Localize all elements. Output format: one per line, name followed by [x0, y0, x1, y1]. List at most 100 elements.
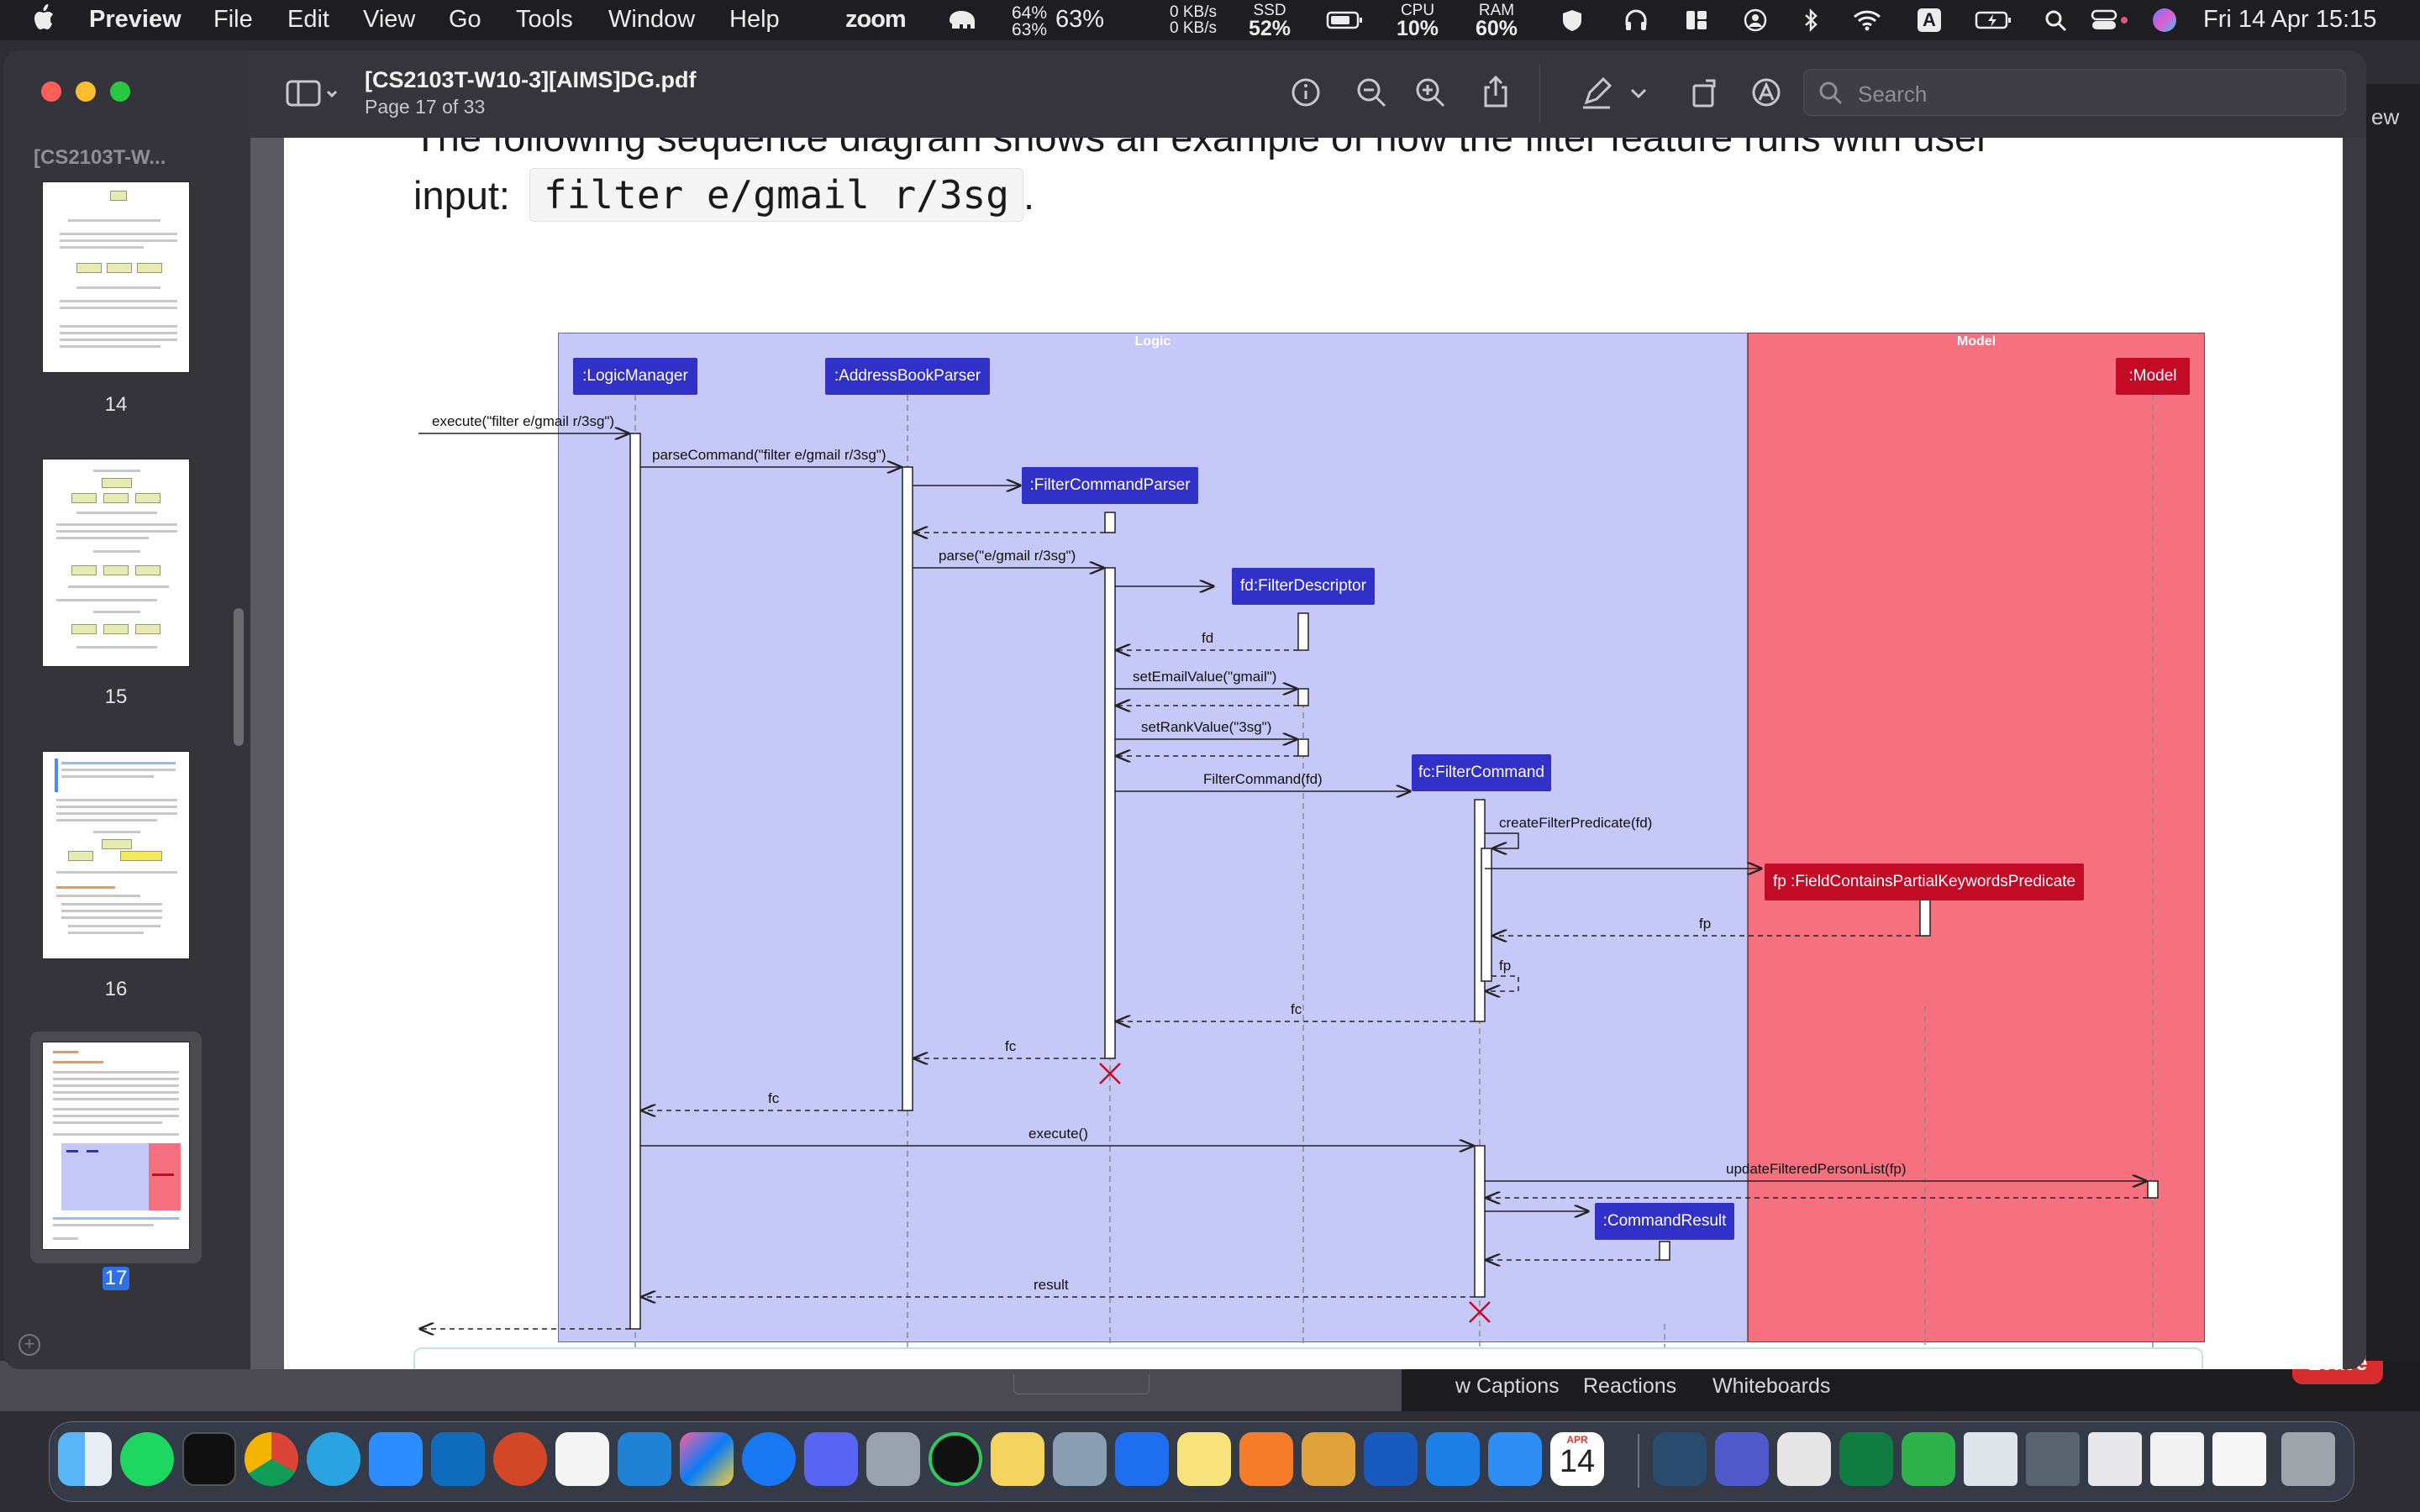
shield-icon[interactable] [1560, 8, 1585, 32]
notes-icon[interactable] [1177, 1432, 1231, 1486]
elephant-icon[interactable] [946, 8, 981, 32]
document-view[interactable]: The following sequence diagram shows an … [250, 138, 2343, 1369]
background-window-control [1013, 1374, 1150, 1394]
chrome-icon[interactable] [245, 1432, 298, 1486]
minimized-window-1[interactable] [1964, 1432, 2018, 1486]
zoom-out-icon[interactable] [1353, 74, 1390, 111]
battery-charging-icon[interactable] [1975, 8, 2012, 32]
close-button[interactable] [41, 81, 61, 102]
minimized-window-4[interactable] [2150, 1432, 2204, 1486]
control-center-icon[interactable] [2091, 8, 2129, 32]
activity-app-icon[interactable] [929, 1432, 982, 1486]
minimized-window-2[interactable] [2026, 1432, 2080, 1486]
sidebar-toggle-icon[interactable] [286, 77, 341, 111]
intellij-icon[interactable] [680, 1432, 734, 1486]
reactions-button[interactable]: Reactions [1583, 1374, 1676, 1399]
terminal-icon[interactable] [182, 1432, 236, 1486]
siri-icon[interactable] [2153, 8, 2176, 32]
preview-app-icon[interactable] [866, 1432, 920, 1486]
calendar-day: 14 [1559, 1444, 1596, 1479]
app-store-icon[interactable] [1426, 1432, 1480, 1486]
pencil-app-icon[interactable] [1239, 1432, 1293, 1486]
menu-help[interactable]: Help [729, 6, 780, 34]
participant-filter-command: fc:FilterCommand [1412, 754, 1551, 791]
cpu-usage[interactable]: CPU 10% [1397, 3, 1439, 39]
chevron-down-icon[interactable] [1623, 74, 1654, 111]
menu-edit[interactable]: Edit [287, 6, 329, 34]
whiteboards-button[interactable]: Whiteboards [1712, 1374, 1830, 1399]
menu-file[interactable]: File [213, 6, 253, 34]
spotlight-search-icon[interactable] [2044, 8, 2069, 32]
system-info-icon[interactable] [1053, 1432, 1107, 1486]
minimized-window-5[interactable] [2212, 1432, 2266, 1486]
document-title: [CS2103T-W10-3][AIMS]DG.pdf [365, 67, 697, 92]
participant-model: :Model [2116, 358, 2190, 395]
sidebar-scrollbar[interactable] [234, 608, 244, 746]
excel-icon[interactable] [1839, 1432, 1893, 1486]
numbers-icon[interactable] [1902, 1432, 1955, 1486]
bluetooth-icon[interactable] [1798, 8, 1823, 32]
trash-icon[interactable] [2281, 1432, 2335, 1486]
share-icon[interactable] [1477, 74, 1514, 111]
stack-app-icon[interactable] [1302, 1432, 1355, 1486]
message-result: result [1034, 1277, 1069, 1293]
spotify-icon[interactable] [120, 1432, 174, 1486]
paragraph-prefix: input: [413, 172, 510, 218]
thumbnail-page-17[interactable] [42, 1042, 190, 1250]
window-layout-icon[interactable] [1684, 8, 1709, 32]
search-field[interactable]: Search [1803, 69, 2346, 116]
apple-icon[interactable] [30, 3, 55, 34]
powerpoint-icon[interactable] [493, 1432, 547, 1486]
message-filter-command: FilterCommand(fd) [1203, 771, 1323, 787]
add-icon[interactable]: + [18, 1334, 40, 1356]
ssd-usage[interactable]: SSD 52% [1249, 3, 1291, 39]
thumbnail-page-16[interactable] [42, 751, 190, 959]
calendar-icon[interactable]: APR 14 [1550, 1432, 1604, 1486]
word-icon[interactable] [1364, 1432, 1418, 1486]
menu-tools[interactable]: Tools [516, 6, 573, 34]
wifi-icon[interactable] [1852, 8, 1882, 32]
discord-icon[interactable] [804, 1432, 858, 1486]
rotate-icon[interactable] [1687, 74, 1724, 111]
menu-view[interactable]: View [363, 6, 415, 34]
app-menu-preview[interactable]: Preview [89, 6, 182, 34]
zoom-app-icon[interactable] [369, 1432, 423, 1486]
finder-icon[interactable] [58, 1432, 112, 1486]
mysql-workbench-icon[interactable] [1653, 1432, 1707, 1486]
location-app-icon[interactable] [742, 1432, 796, 1486]
thumbnail-page-15[interactable] [42, 459, 190, 667]
thumbnail-page-14[interactable] [42, 181, 190, 373]
zoom-status-item[interactable]: zoom [845, 6, 907, 34]
info-icon[interactable] [1287, 74, 1324, 111]
menu-go[interactable]: Go [449, 6, 481, 34]
markup-pen-icon[interactable] [1578, 74, 1615, 111]
input-source-icon[interactable]: A [1918, 8, 1941, 32]
headphones-icon[interactable] [1623, 8, 1649, 32]
teams-icon[interactable] [1715, 1432, 1769, 1486]
minimize-button[interactable] [76, 81, 96, 102]
office-icon[interactable] [1115, 1432, 1169, 1486]
battery-percent[interactable]: 63% [1055, 6, 1104, 34]
network-speed[interactable]: 0 KB/s 0 KB/s [1170, 4, 1217, 36]
zoom-window-button[interactable] [110, 81, 130, 102]
xcode-icon[interactable] [1488, 1432, 1542, 1486]
menu-window[interactable]: Window [608, 6, 695, 34]
clock[interactable]: Fri 14 Apr 15:15 [2203, 6, 2376, 34]
toolbar-divider [1539, 64, 1540, 123]
captions-button[interactable]: w Captions [1455, 1374, 1560, 1399]
markup-toolbar-icon[interactable] [1748, 74, 1785, 111]
battery-icon[interactable] [1326, 8, 1365, 32]
user-account-icon[interactable] [1743, 8, 1768, 32]
vscode-icon[interactable] [618, 1432, 671, 1486]
message-execute: execute("filter e/gmail r/3sg") [432, 413, 615, 429]
zoom-in-icon[interactable] [1412, 74, 1449, 111]
notion-icon[interactable] [555, 1432, 609, 1486]
ram-usage[interactable]: RAM 60% [1476, 3, 1518, 39]
stickies-icon[interactable] [991, 1432, 1044, 1486]
textedit-icon[interactable] [1777, 1432, 1831, 1486]
paragraph-suffix: . [1023, 172, 1034, 218]
telegram-icon[interactable] [307, 1432, 360, 1486]
minimized-window-3[interactable] [2088, 1432, 2142, 1486]
outlook-icon[interactable] [431, 1432, 485, 1486]
inline-code: filter e/gmail r/3sg [529, 168, 1023, 222]
